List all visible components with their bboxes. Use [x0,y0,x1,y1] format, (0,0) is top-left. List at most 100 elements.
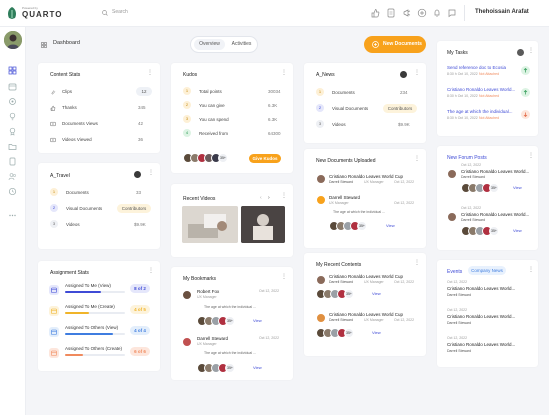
list-item[interactable]: Assigned To Others (View) 4 of 4 [38,325,160,341]
task-status: Not Attached [479,116,500,120]
view-link[interactable]: View [386,223,395,228]
progress-bar [65,354,125,356]
card-title: Kudos [183,72,198,78]
view-link[interactable]: View [513,185,522,190]
tab-overview[interactable]: Overview [194,39,225,50]
more-vertical-icon[interactable]: ⋮ [281,193,287,199]
more-vertical-icon[interactable]: ⋮ [528,153,534,159]
view-link[interactable]: View [513,228,522,233]
bell-icon[interactable] [432,8,442,18]
view-link[interactable]: View [372,291,381,296]
lightbulb-icon[interactable] [8,112,17,121]
users-icon[interactable] [8,172,17,181]
calendar-icon[interactable] [8,82,17,91]
arrow-up-icon[interactable] [521,88,530,97]
event-item[interactable]: Oct 12, 2022 Cristiano Ronaldo Leaves Wor… [437,308,538,334]
more-vertical-icon[interactable]: ⋮ [147,70,153,76]
doc-date: Oct 12, 2022 [394,201,415,205]
forum-post[interactable]: Oct 12, 2022 Cristiano Ronaldo Leaves Wor… [437,163,538,203]
content-date: Oct 12, 2022 [394,318,415,322]
event-title[interactable]: Cristiano Ronaldo Leaves World... [447,314,515,319]
add-icon[interactable] [417,8,427,18]
more-vertical-icon[interactable]: ⋮ [414,156,420,162]
more-vertical-icon[interactable]: ⋮ [148,170,154,176]
view-link[interactable]: View [372,330,381,335]
avatar [182,337,192,347]
task-item[interactable]: Send reference doc to Ecosia 8:30 h Oct 1… [437,65,538,83]
more-vertical-icon[interactable]: ⋮ [528,267,534,273]
search-input[interactable]: Search [101,8,251,18]
award-icon[interactable] [8,127,17,136]
event-title[interactable]: Cristiano Ronaldo Leaves World... [447,342,515,347]
avatar-group[interactable]: 35+ [183,153,243,163]
task-item[interactable]: The age at which the individual... 8:30 h… [437,109,538,127]
chevron-right-icon[interactable]: › [268,195,270,201]
travel-value: 33 [136,190,142,195]
list-item: Documents Views 42 [38,120,160,130]
chat-icon[interactable] [447,8,457,18]
list-item[interactable]: Assigned To Others (Create) 6 of 6 [38,346,160,362]
history-icon[interactable] [8,187,17,196]
file-icon[interactable] [8,157,17,166]
author-name: Darrell Steward [197,336,229,341]
event-title[interactable]: Cristiano Ronaldo Leaves World... [447,286,515,291]
tab-activities[interactable]: Activities [227,39,256,50]
grid-icon[interactable] [8,66,17,75]
avatar-group[interactable]: 35+ [197,316,247,326]
quarto-logo[interactable] [6,6,18,20]
more-vertical-icon[interactable]: ⋮ [528,48,534,54]
give-kudos-button[interactable]: Give Kudos [249,154,281,163]
document-icon[interactable] [386,8,396,18]
task-item[interactable]: Cristiano Ronaldo Leaves World... 8:30 h … [437,87,538,105]
more-vertical-icon[interactable]: ⋮ [414,260,420,266]
avatar-group[interactable]: 35+ [461,226,511,236]
avatar-group[interactable]: 35+ [329,221,379,231]
megaphone-icon[interactable] [402,8,412,18]
chevron-left-icon[interactable]: ‹ [260,195,262,201]
post-title[interactable]: Cristiano Ronaldo Leaves World... [461,169,529,174]
task-title[interactable]: The age at which the individual... [447,109,513,114]
avatar-group[interactable]: 35+ [461,183,511,193]
event-item[interactable]: Oct 12, 2022 Cristiano Ronaldo Leaves Wor… [437,336,538,362]
content-title[interactable]: Cristiano Ronaldo Leaves World Cup [329,274,403,279]
list-item: 3 Videos $9.9K [38,220,160,231]
forum-post[interactable]: Oct 12, 2022 Cristiano Ronaldo Leaves Wor… [437,206,538,246]
list-item[interactable]: Assigned To Me (Create) 4 of 5 [38,304,160,320]
event-item[interactable]: Oct 12, 2022 Cristiano Ronaldo Leaves Wor… [437,280,538,306]
more-vertical-icon[interactable]: ⋮ [281,274,287,280]
like-icon[interactable] [370,8,380,18]
more-vertical-icon[interactable]: ⋮ [281,70,287,76]
folder-icon[interactable] [8,142,17,151]
arrow-up-icon[interactable] [521,66,530,75]
doc-title[interactable]: Cristiano Ronaldo Leaves World Cup [329,174,403,179]
task-title[interactable]: Cristiano Ronaldo Leaves World... [447,87,515,92]
author-name: Darrell Steward [447,349,472,353]
post-date: Oct 12, 2022 [461,206,482,210]
kudos-value: 64300 [268,131,281,136]
task-title[interactable]: Send reference doc to Ecosia [447,65,506,70]
avatar-group[interactable]: 35+ [316,289,366,299]
more-vertical-icon[interactable]: ⋮ [148,268,154,274]
calendar-icon [49,348,59,358]
post-title[interactable]: Cristiano Ronaldo Leaves World... [461,212,529,217]
new-documents-button[interactable]: New Documents [364,36,426,53]
avatar[interactable] [4,31,22,49]
more-horizontal-icon[interactable] [8,211,17,220]
more-vertical-icon[interactable]: ⋮ [414,70,420,76]
list-item: Videos Viewed 36 [38,136,160,146]
settings-icon[interactable] [8,97,17,106]
video-thumbnail[interactable] [241,206,285,243]
my-bookmarks-card: My Bookmarks ⋮ Robert Fox UX Manager Oct… [171,267,293,380]
avatar-group[interactable]: 35+ [316,328,366,338]
arrow-down-icon[interactable] [521,110,530,119]
video-thumbnail[interactable] [182,206,238,243]
avatar [316,313,326,323]
username[interactable]: Thehoissain Arafat [475,9,529,15]
view-link[interactable]: View [253,365,262,370]
view-link[interactable]: View [253,318,262,323]
avatar-group[interactable]: 35+ [197,363,247,373]
company-news-tag[interactable]: Company News [468,266,506,275]
news-value: Contributors [383,104,417,113]
list-item[interactable]: Assigned To Me (View) 8 of 2 [38,283,160,299]
content-title[interactable]: Cristiano Ronaldo Leaves World Cup [329,312,403,317]
